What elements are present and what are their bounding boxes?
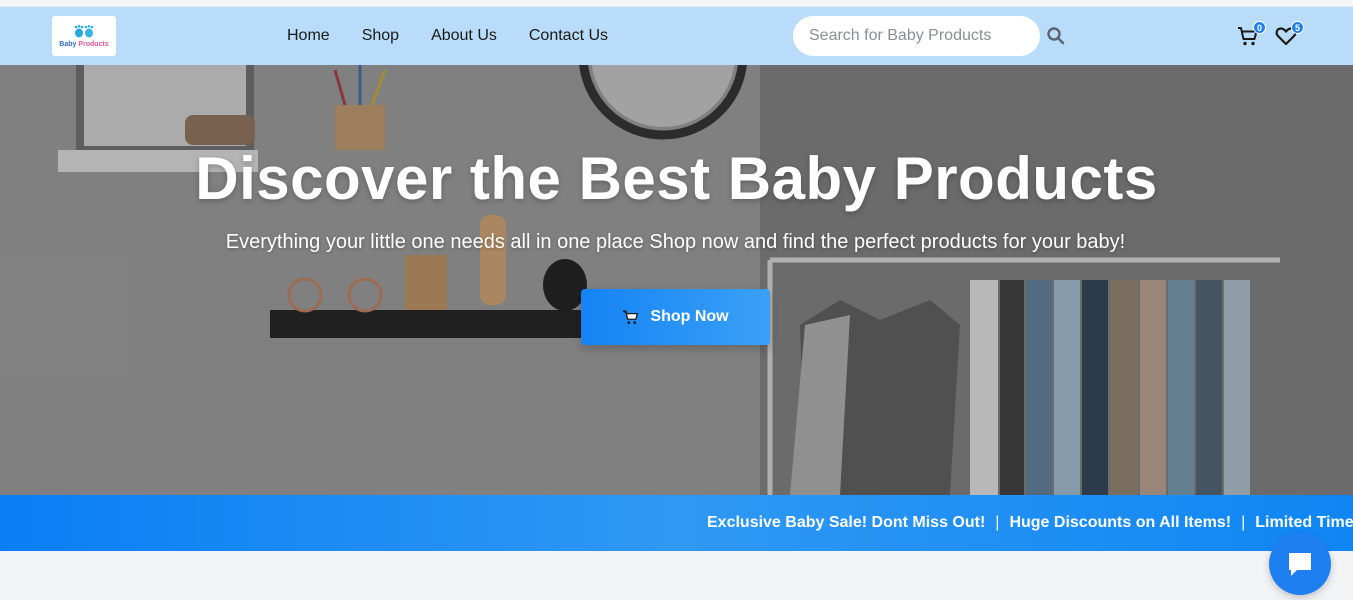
ticker-track: Exclusive Baby Sale! Dont Miss Out! | Hu… [707,495,1353,551]
hero-title: Discover the Best Baby Products [195,145,1158,212]
search-input[interactable] [793,16,1040,56]
shop-now-label: Shop Now [650,308,729,325]
nav-about-us[interactable]: About Us [431,27,497,45]
logo-text-baby: Baby [59,40,79,48]
main-nav: Home Shop About Us Contact Us [287,7,640,65]
search-icon [1047,27,1065,45]
hero-subtitle: Everything your little one needs all in … [225,231,1126,253]
nav-contact-us[interactable]: Contact Us [529,27,608,45]
nav-home[interactable]: Home [287,27,330,45]
hero-banner: Discover the Best Baby Products Everythi… [0,65,1353,495]
ticker-item: Exclusive Baby Sale! Dont Miss Out! [707,514,986,531]
search-button[interactable] [1046,26,1066,46]
ticker-item: Limited Time [1255,514,1353,531]
cart-button[interactable]: 0 [1236,21,1266,50]
nav-shop[interactable]: Shop [362,27,399,45]
logo-text: Baby Products [59,41,108,49]
promo-ticker: Exclusive Baby Sale! Dont Miss Out! | Hu… [0,495,1353,551]
ticker-item: Huge Discounts on All Items! [1009,514,1232,531]
ticker-separator: | [1241,514,1246,531]
logo-text-products: Products [78,40,109,48]
ticker-separator: | [995,514,1000,531]
chat-button[interactable] [1269,533,1331,595]
browser-top-strip [0,0,1353,7]
shop-now-button[interactable]: Shop Now [581,289,770,345]
navbar: Baby Products Home Shop About Us Contact… [0,7,1353,65]
site-logo[interactable]: Baby Products [52,16,116,56]
hero-overlay [0,65,1353,495]
wishlist-button[interactable]: 5 [1274,21,1304,50]
cart-icon [623,310,639,324]
baby-feet-icon [71,24,97,41]
cart-count-badge: 0 [1253,21,1266,34]
wishlist-count-badge: 5 [1291,21,1304,34]
chat-bubble-icon [1289,553,1311,576]
